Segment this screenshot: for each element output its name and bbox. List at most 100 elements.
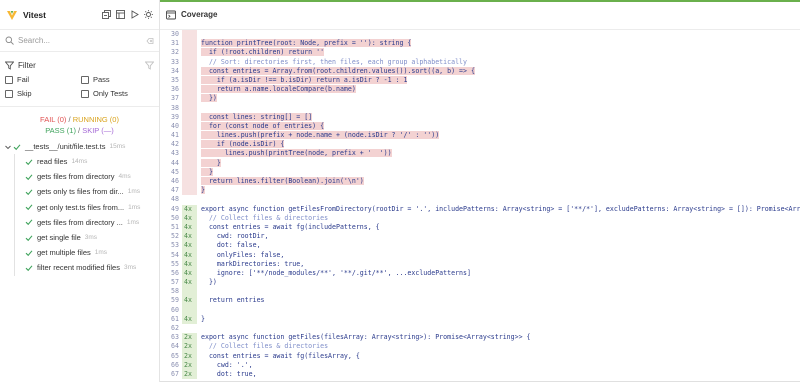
code-text: for (const node of entries) { bbox=[197, 121, 800, 131]
code-content: }) bbox=[201, 94, 217, 103]
hit-count bbox=[182, 167, 197, 177]
test-file-name: __tests__/unit/file.test.ts bbox=[25, 142, 106, 151]
code-content: cwd: '.', bbox=[201, 360, 253, 369]
line-number: 37 bbox=[171, 94, 179, 103]
code-line: 62 bbox=[160, 324, 800, 333]
hit-count: 4x bbox=[182, 268, 197, 279]
search-input[interactable] bbox=[18, 36, 146, 45]
hit-count: 2x bbox=[182, 360, 197, 370]
line-number: 54 bbox=[171, 250, 179, 259]
search-bar bbox=[0, 30, 159, 52]
code-content: lines.push(prefix + node.name + (node.is… bbox=[201, 131, 440, 140]
theme-toggle-icon[interactable] bbox=[144, 10, 153, 19]
sidebar: Vitest Filter Fail Pass Skip Onl bbox=[0, 0, 160, 382]
code-text: // Sort: directories first, then files, … bbox=[197, 58, 800, 67]
hit-count: 4x bbox=[182, 250, 197, 260]
line-number: 46 bbox=[171, 177, 179, 185]
code-text: // Collect files & directories bbox=[197, 214, 800, 223]
checkbox-box[interactable] bbox=[81, 89, 89, 98]
code-text: const entries = await fg(filesArray, { bbox=[197, 352, 800, 361]
hit-count bbox=[182, 195, 197, 204]
filter-only-tests-checkbox[interactable]: Only Tests bbox=[81, 89, 157, 98]
hit-count: 4x bbox=[182, 314, 197, 324]
hit-count bbox=[182, 75, 197, 86]
test-item[interactable]: get multiple files 1ms bbox=[15, 245, 159, 260]
test-duration: 3ms bbox=[84, 234, 98, 242]
code-line: 56 4x ignore: ['**/node_modules/**', '**/… bbox=[160, 268, 800, 279]
code-line: 50 4x // Collect files & directories bbox=[160, 213, 800, 223]
code-content: // Collect files & directories bbox=[201, 342, 329, 351]
code-content: const entries = Array.from(root.children… bbox=[201, 66, 475, 75]
checkbox-box[interactable] bbox=[5, 75, 13, 84]
pass-check-icon bbox=[25, 159, 33, 165]
test-file-duration: 15ms bbox=[109, 143, 126, 150]
filter-skip-checkbox[interactable]: Skip bbox=[5, 89, 81, 98]
code-line: 32 if (!root.children) return '' bbox=[160, 48, 800, 58]
hit-count bbox=[182, 66, 197, 76]
vitest-logo-icon bbox=[7, 10, 17, 20]
code-text: if (node.isDir) { bbox=[197, 140, 800, 149]
filter-skip-label: Skip bbox=[17, 89, 32, 98]
line-number: 57 bbox=[171, 278, 179, 287]
pass-check-icon bbox=[25, 204, 33, 211]
code-text: const lines: string[] = [] bbox=[197, 112, 800, 122]
run-all-icon[interactable] bbox=[130, 10, 139, 19]
code-content: return a.name.localeCompare(b.name) bbox=[201, 85, 356, 94]
code-text: dot: true, bbox=[197, 370, 800, 379]
chevron-down-icon[interactable] bbox=[4, 143, 12, 151]
code-text: return entries bbox=[197, 296, 800, 305]
code-content: export async function getFiles(filesArra… bbox=[201, 333, 531, 342]
filter-fail-checkbox[interactable]: Fail bbox=[5, 75, 81, 84]
pass-check-icon bbox=[13, 143, 21, 150]
hit-count bbox=[182, 324, 197, 333]
test-item[interactable]: filter recent modified files 3ms bbox=[15, 260, 159, 275]
line-number: 48 bbox=[171, 195, 179, 204]
code-content: dot: false, bbox=[201, 241, 261, 250]
hit-count bbox=[182, 149, 197, 159]
test-name: filter recent modified files bbox=[37, 263, 120, 273]
collapse-all-icon[interactable] bbox=[102, 10, 111, 19]
sidebar-header: Vitest bbox=[0, 0, 159, 30]
test-name: read files bbox=[37, 157, 68, 167]
line-number: 55 bbox=[171, 259, 179, 268]
hit-count bbox=[182, 131, 197, 141]
code-text: } bbox=[197, 158, 800, 168]
test-item[interactable]: gets files from directory ... 1ms bbox=[15, 215, 159, 230]
test-name: gets only ts files from dir... bbox=[37, 187, 124, 197]
test-item[interactable]: get only test.ts files from... 1ms bbox=[15, 200, 159, 215]
code-content: export async function getFilesFromDirect… bbox=[201, 204, 800, 213]
code-content: return lines.filter(Boolean).join('\n') bbox=[201, 177, 364, 185]
hit-count bbox=[182, 287, 197, 297]
code-line: 31 function printTree(root: Node, prefix … bbox=[160, 39, 800, 49]
code-view[interactable]: 30 31 function printTree(root: Node, prefi… bbox=[160, 30, 800, 382]
filter-clear-icon[interactable] bbox=[145, 61, 154, 70]
filter-label: Filter bbox=[18, 60, 36, 70]
code-content: if (node.isDir) { bbox=[201, 140, 285, 149]
code-text: dot: false, bbox=[197, 241, 800, 250]
checkbox-box[interactable] bbox=[81, 75, 89, 84]
test-item[interactable]: get single file 3ms bbox=[15, 230, 159, 245]
line-number: 61 bbox=[171, 314, 179, 323]
code-text: } bbox=[197, 315, 800, 324]
line-number: 38 bbox=[171, 103, 179, 112]
clear-search-icon[interactable] bbox=[146, 37, 154, 45]
test-item[interactable]: gets only ts files from dir... 1ms bbox=[15, 184, 159, 199]
code-text: } bbox=[197, 186, 800, 195]
test-item[interactable]: read files 14ms bbox=[15, 154, 159, 169]
line-number: 52 bbox=[171, 232, 179, 241]
line-number: 34 bbox=[171, 66, 179, 75]
fail-count: FAIL (0) bbox=[40, 115, 67, 124]
pass-check-icon bbox=[25, 250, 33, 256]
test-file-item[interactable]: __tests__/unit/file.test.ts 15ms bbox=[0, 139, 159, 154]
pass-check-icon bbox=[25, 189, 33, 196]
checkbox-box[interactable] bbox=[5, 89, 13, 98]
hit-count: 2x bbox=[182, 333, 197, 343]
test-item[interactable]: gets files from directory 4ms bbox=[15, 169, 159, 184]
code-line: 64 2x // Collect files & directories bbox=[160, 342, 800, 352]
hit-count bbox=[182, 30, 197, 40]
code-line: 45 } bbox=[160, 167, 800, 177]
filter-pass-checkbox[interactable]: Pass bbox=[81, 75, 157, 84]
dashboard-icon[interactable] bbox=[116, 10, 125, 19]
